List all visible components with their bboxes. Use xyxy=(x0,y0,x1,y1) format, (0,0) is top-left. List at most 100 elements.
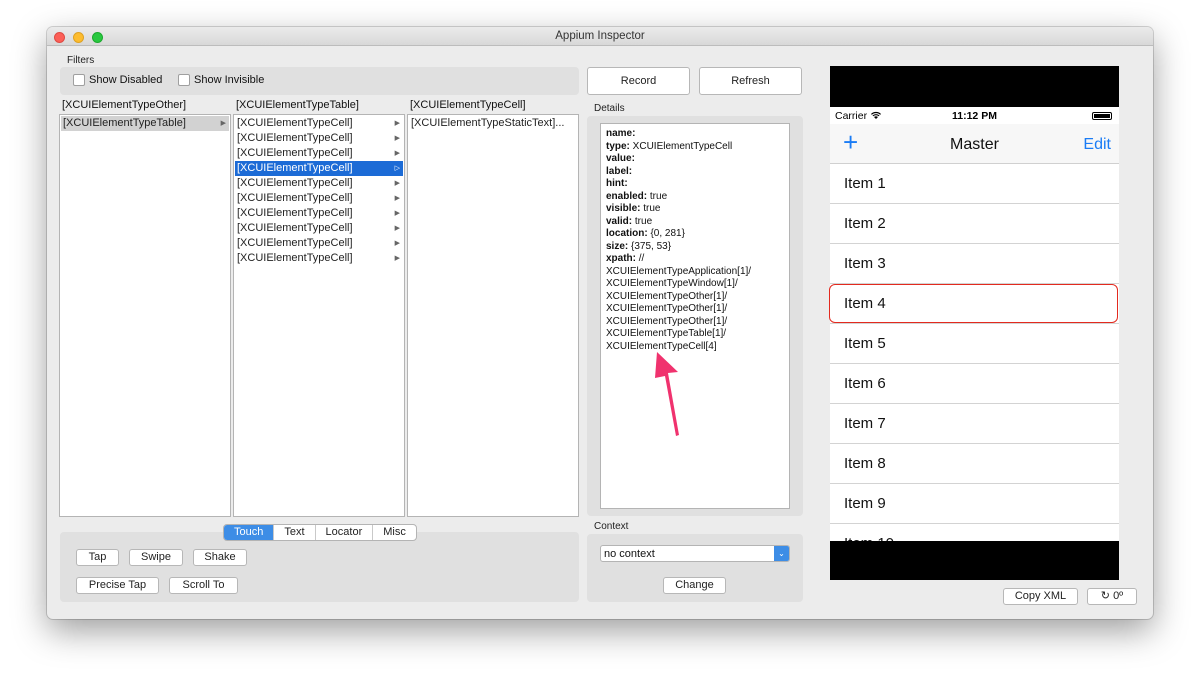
window-title: Appium Inspector xyxy=(555,30,645,42)
change-button[interactable]: Change xyxy=(663,577,726,594)
detail-name: name: xyxy=(606,128,636,139)
xpath-line: XCUIElementTypeOther[1]/ xyxy=(606,303,728,314)
disclosure-arrow-icon: ▶ xyxy=(394,135,400,142)
navigation-bar: + Master Edit xyxy=(830,124,1119,164)
list-item[interactable]: Item 1 xyxy=(830,164,1119,204)
copy-xml-button[interactable]: Copy XML xyxy=(1003,588,1078,605)
detail-xpath: xpath: // xyxy=(606,253,645,264)
title-bar: Appium Inspector xyxy=(47,27,1153,46)
disclosure-arrow-icon: ▶ xyxy=(394,240,400,247)
device-screenshot[interactable]: Carrier 11:12 PM + Master Edit Item 1 It… xyxy=(830,66,1119,580)
wifi-icon xyxy=(871,111,882,119)
scroll-to-button[interactable]: Scroll To xyxy=(169,577,238,594)
list-item[interactable]: Item 3 xyxy=(830,244,1119,284)
tree-row[interactable]: [XCUIElementTypeCell] ▶ xyxy=(235,176,403,191)
detail-value: value: xyxy=(606,153,635,164)
detail-label: label: xyxy=(606,165,633,177)
record-button[interactable]: Record xyxy=(587,67,690,95)
xpath-line: XCUIElementTypeTable[1]/ xyxy=(606,328,727,339)
tree-row-label: [XCUIElementTypeCell] xyxy=(237,192,353,204)
xpath-line: XCUIElementTypeApplication[1]/ xyxy=(606,265,752,277)
edit-button[interactable]: Edit xyxy=(1083,136,1111,154)
detail-type: type: XCUIElementTypeCell xyxy=(606,140,733,152)
column-header-1: [XCUIElementTypeOther] xyxy=(62,99,187,111)
show-disabled-label: Show Disabled xyxy=(89,74,163,86)
tree-row-label: [XCUIElementTypeCell] xyxy=(237,252,353,264)
tree-row[interactable]: [XCUIElementTypeStaticText]... xyxy=(409,116,577,131)
detail-enabled: enabled: true xyxy=(606,190,668,202)
tap-button[interactable]: Tap xyxy=(76,549,119,566)
disclosure-arrow-icon: ▶ xyxy=(394,255,400,262)
element-column-3[interactable]: [XCUIElementTypeStaticText]... xyxy=(407,114,579,517)
tree-row[interactable]: [XCUIElementTypeCell] ▶ xyxy=(235,191,403,206)
tree-row-label: [XCUIElementTypeCell] xyxy=(237,237,353,249)
tree-row-label: [XCUIElementTypeCell] xyxy=(237,117,353,129)
chevron-down-icon[interactable]: ⌄ xyxy=(774,546,789,561)
context-label: Context xyxy=(594,521,629,532)
status-time: 11:12 PM xyxy=(952,110,997,122)
filters-label: Filters xyxy=(67,55,95,66)
list-item[interactable]: Item 6 xyxy=(830,364,1119,404)
tree-row[interactable]: [XCUIElementTypeTable] ▶ xyxy=(61,116,229,131)
tree-row[interactable]: [XCUIElementTypeCell] ▶ xyxy=(235,206,403,221)
list-item[interactable]: Item 8 xyxy=(830,444,1119,484)
tab-touch[interactable]: Touch xyxy=(224,525,274,540)
disclosure-arrow-icon: ▶ xyxy=(220,120,226,127)
list-item[interactable]: Item 7 xyxy=(830,404,1119,444)
tree-row-label: [XCUIElementTypeCell] xyxy=(237,147,353,159)
tree-row-label: [XCUIElementTypeCell] xyxy=(237,222,353,234)
list-item[interactable]: Item 2 xyxy=(830,204,1119,244)
list-item[interactable]: Item 5 xyxy=(830,324,1119,364)
tree-row-selected[interactable]: [XCUIElementTypeCell] ▷ xyxy=(235,161,403,176)
element-column-2[interactable]: [XCUIElementTypeCell] ▶ [XCUIElementTypeC… xyxy=(233,114,405,517)
tree-row-label: [XCUIElementTypeTable] xyxy=(63,117,186,129)
xpath-line: XCUIElementTypeWindow[1]/ xyxy=(606,278,738,289)
context-select[interactable]: no context ⌄ xyxy=(600,545,790,562)
rotate-button[interactable]: ↻ 0º xyxy=(1087,588,1137,605)
tree-row-label: [XCUIElementTypeStaticText]... xyxy=(411,117,565,129)
precise-tap-button[interactable]: Precise Tap xyxy=(76,577,159,594)
refresh-button[interactable]: Refresh xyxy=(699,67,802,95)
selected-element-highlight xyxy=(829,284,1118,323)
detail-hint: hint: xyxy=(606,178,628,189)
element-column-1[interactable]: [XCUIElementTypeTable] ▶ xyxy=(59,114,231,517)
details-label: Details xyxy=(594,103,625,114)
tree-row-label: [XCUIElementTypeCell] xyxy=(237,207,353,219)
disclosure-arrow-icon: ▶ xyxy=(394,120,400,127)
column-header-2: [XCUIElementTypeTable] xyxy=(236,99,359,111)
tree-row-label: [XCUIElementTypeCell] xyxy=(237,162,353,174)
tree-row[interactable]: [XCUIElementTypeCell] ▶ xyxy=(235,146,403,161)
tree-row[interactable]: [XCUIElementTypeCell] ▶ xyxy=(235,131,403,146)
swipe-button[interactable]: Swipe xyxy=(129,549,183,566)
shake-button[interactable]: Shake xyxy=(193,549,247,566)
device-top-bar xyxy=(830,66,1119,107)
tree-row[interactable]: [XCUIElementTypeCell] ▶ xyxy=(235,251,403,266)
column-header-3: [XCUIElementTypeCell] xyxy=(410,99,526,111)
nav-title: Master xyxy=(950,136,999,153)
context-select-value: no context xyxy=(604,548,655,560)
tab-text[interactable]: Text xyxy=(273,525,314,540)
disclosure-arrow-icon: ▶ xyxy=(394,210,400,217)
xpath-line: XCUIElementTypeOther[1]/ xyxy=(606,290,728,302)
show-invisible-box[interactable] xyxy=(178,74,190,87)
show-disabled-checkbox[interactable]: Show Disabled xyxy=(73,74,163,87)
list-item[interactable]: Item 9 xyxy=(830,484,1119,524)
details-panel: name: type: XCUIElementTypeCell value: l… xyxy=(600,123,790,509)
tree-row[interactable]: [XCUIElementTypeCell] ▶ xyxy=(235,236,403,251)
detail-valid: valid: true xyxy=(606,215,653,227)
tree-row[interactable]: [XCUIElementTypeCell] ▶ xyxy=(235,116,403,131)
action-tabs[interactable]: Touch Text Locator Misc xyxy=(223,524,417,541)
disclosure-arrow-icon: ▶ xyxy=(394,195,400,202)
tree-row[interactable]: [XCUIElementTypeCell] ▶ xyxy=(235,221,403,236)
show-invisible-label: Show Invisible xyxy=(194,74,265,86)
rotation-value: 0º xyxy=(1113,590,1124,602)
show-invisible-checkbox[interactable]: Show Invisible xyxy=(178,74,265,87)
disclosure-arrow-icon: ▶ xyxy=(394,150,400,157)
show-disabled-box[interactable] xyxy=(73,74,85,87)
tab-misc[interactable]: Misc xyxy=(372,525,416,540)
disclosure-arrow-icon: ▶ xyxy=(394,225,400,232)
carrier-label: Carrier xyxy=(835,110,882,122)
device-bottom-bar xyxy=(830,541,1119,580)
tree-row-label: [XCUIElementTypeCell] xyxy=(237,177,353,189)
tab-locator[interactable]: Locator xyxy=(314,525,373,540)
